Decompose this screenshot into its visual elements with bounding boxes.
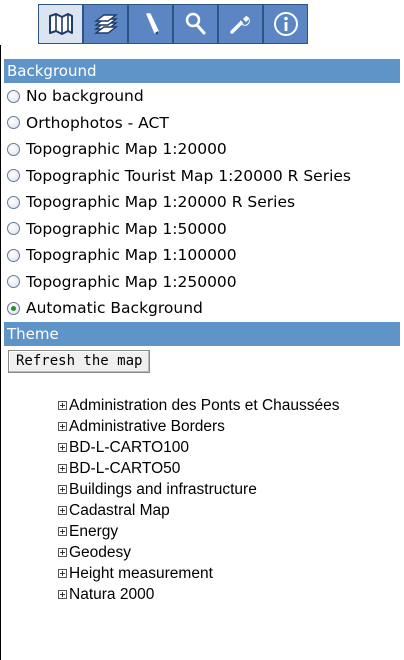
- background-option-label: Orthophotos - ACT: [26, 113, 169, 132]
- radio-button[interactable]: [7, 195, 20, 209]
- background-option-label: Topographic Map 1:20000 R Series: [26, 193, 296, 212]
- background-option[interactable]: Topographic Map 1:20000: [7, 136, 404, 163]
- background-option[interactable]: Orthophotos - ACT: [7, 110, 404, 137]
- background-header: Background: [4, 59, 400, 83]
- wrench-icon: [229, 16, 250, 34]
- theme-tree-item[interactable]: Energy: [57, 521, 347, 542]
- background-option[interactable]: Topographic Map 1:100000: [7, 242, 404, 269]
- theme-tree-item-label: Energy: [69, 522, 119, 540]
- background-option-label: Topographic Map 1:20000: [26, 140, 227, 159]
- background-option-label: Automatic Background: [26, 299, 203, 318]
- background-option-label: Topographic Map 1:250000: [26, 272, 237, 291]
- info-icon: [273, 12, 298, 36]
- expand-icon[interactable]: [58, 400, 67, 410]
- theme-tree-item[interactable]: Administrative Borders: [57, 416, 347, 437]
- background-option[interactable]: Topographic Tourist Map 1:20000 R Series: [7, 163, 404, 190]
- theme-tree-item[interactable]: Natura 2000: [57, 584, 347, 605]
- search-icon: [185, 12, 205, 35]
- background-option[interactable]: Topographic Map 1:20000 R Series: [7, 189, 404, 216]
- background-option[interactable]: Topographic Map 1:250000: [7, 269, 404, 296]
- theme-tree-item[interactable]: BD-L-CARTO100: [57, 437, 347, 458]
- tab-draw[interactable]: [128, 4, 173, 44]
- layers-icon: [93, 14, 118, 34]
- theme-tree-item[interactable]: Buildings and infrastructure: [57, 479, 347, 500]
- radio-button[interactable]: [7, 275, 20, 289]
- theme-tree-item[interactable]: BD-L-CARTO50: [57, 458, 347, 479]
- theme-header: Theme: [4, 321, 400, 346]
- tab-layers[interactable]: [83, 4, 128, 44]
- tab-search[interactable]: [173, 4, 218, 44]
- theme-tree-item-label: Administrative Borders: [69, 417, 225, 435]
- theme-tree-item-label: BD-L-CARTO100: [69, 438, 190, 456]
- map-icon: [48, 13, 73, 35]
- tab-map[interactable]: [38, 4, 83, 44]
- background-option[interactable]: No background: [7, 83, 404, 110]
- expand-icon[interactable]: [58, 568, 67, 578]
- pencil-icon: [145, 13, 159, 35]
- theme-tree-item[interactable]: Administration des Ponts et Chaussées: [57, 395, 347, 416]
- background-options: No background Orthophotos - ACT Topographi…: [1, 83, 404, 322]
- toolbar: [38, 4, 308, 44]
- background-option[interactable]: Topographic Map 1:50000: [7, 216, 404, 243]
- radio-button[interactable]: [7, 169, 20, 183]
- theme-tree: Administration des Ponts et Chaussées Adm…: [57, 395, 347, 605]
- tab-info[interactable]: [263, 4, 308, 44]
- theme-tree-item-label: Height measurement: [69, 564, 213, 582]
- expand-icon[interactable]: [58, 526, 67, 536]
- refresh-map-button[interactable]: Refresh the map: [8, 349, 151, 373]
- expand-icon[interactable]: [58, 547, 67, 557]
- theme-tree-item-label: Natura 2000: [69, 585, 155, 603]
- tab-tools[interactable]: [218, 4, 263, 44]
- radio-button[interactable]: [7, 301, 20, 315]
- radio-button[interactable]: [7, 248, 20, 262]
- theme-tree-item[interactable]: Geodesy: [57, 542, 347, 563]
- background-option-label: Topographic Map 1:100000: [26, 246, 237, 265]
- expand-icon[interactable]: [58, 463, 67, 473]
- radio-button[interactable]: [7, 222, 20, 236]
- side-panel: Background No background Orthophotos - AC…: [0, 45, 404, 660]
- expand-icon[interactable]: [58, 484, 67, 494]
- theme-tree-item-label: Geodesy: [69, 543, 132, 561]
- theme-tree-item-label: Buildings and infrastructure: [69, 480, 257, 498]
- background-option-label: No background: [26, 87, 144, 106]
- theme-tree-item[interactable]: Height measurement: [57, 563, 347, 584]
- theme-tree-item-label: Administration des Ponts et Chaussées: [69, 396, 340, 414]
- background-option[interactable]: Automatic Background: [7, 295, 404, 322]
- theme-tree-item-label: Cadastral Map: [69, 501, 170, 519]
- background-option-label: Topographic Map 1:50000: [26, 219, 227, 238]
- theme-tree-item[interactable]: Cadastral Map: [57, 500, 347, 521]
- expand-icon[interactable]: [58, 589, 67, 599]
- radio-button[interactable]: [7, 116, 20, 130]
- theme-tree-item-label: BD-L-CARTO50: [69, 459, 181, 477]
- expand-icon[interactable]: [58, 505, 67, 515]
- expand-icon[interactable]: [58, 421, 67, 431]
- expand-icon[interactable]: [58, 442, 67, 452]
- radio-button[interactable]: [7, 89, 20, 103]
- radio-button[interactable]: [7, 142, 20, 156]
- background-option-label: Topographic Tourist Map 1:20000 R Series: [26, 166, 351, 185]
